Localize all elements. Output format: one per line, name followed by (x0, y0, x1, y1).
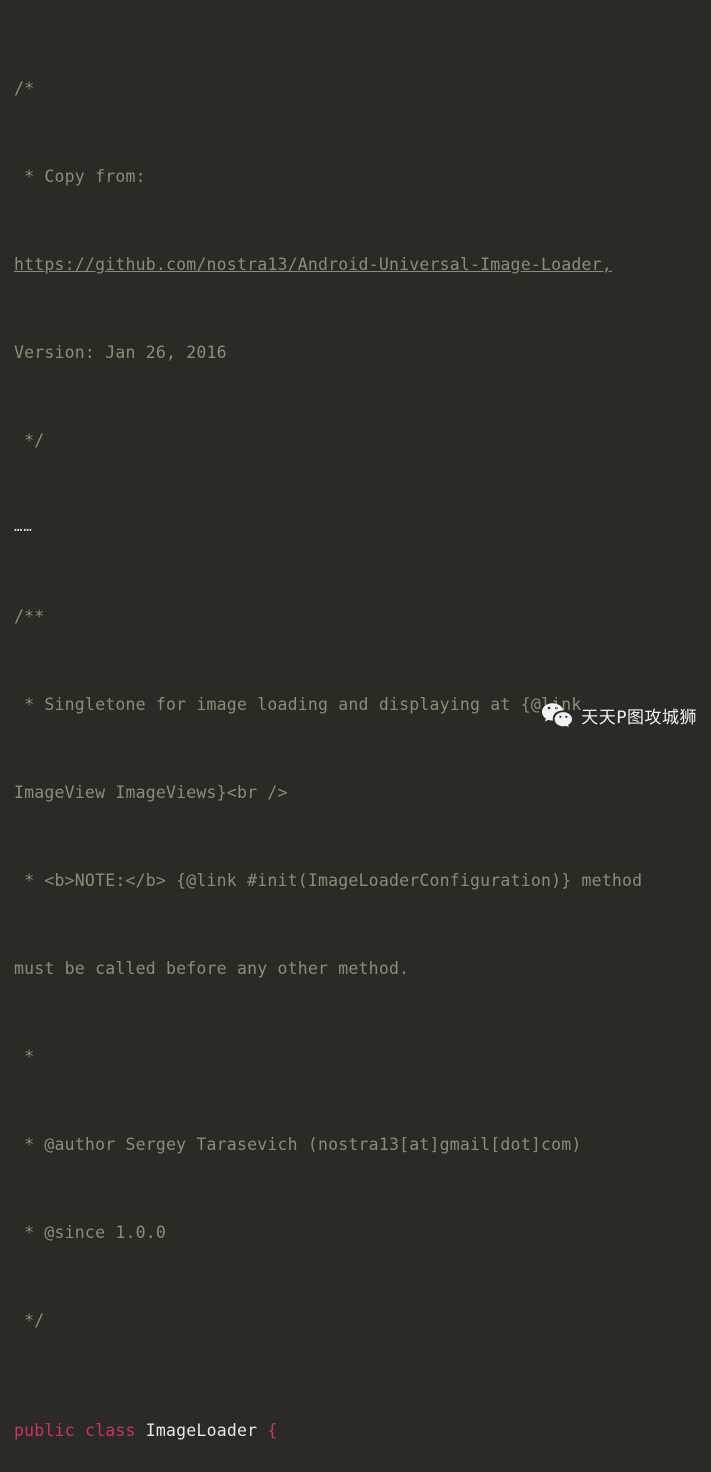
code-token-comment: ImageView ImageViews}<br /> (14, 783, 288, 802)
code-token-comment: */ (14, 431, 45, 450)
code-line: * <b>NOTE:</b> {@link #init(ImageLoaderC… (0, 870, 711, 892)
code-token-comment: * Copy from: (14, 167, 146, 186)
code-line-class-decl: public class ImageLoader { (0, 1420, 711, 1442)
code-token-comment: Version: Jan 26, 2016 (14, 343, 227, 362)
code-token-comment: * (14, 1047, 35, 1066)
code-line: * (0, 1046, 711, 1068)
code-token-brace: { (267, 1421, 278, 1440)
watermark-label: 天天P图攻城狮 (581, 707, 697, 728)
code-line: * Copy from: (0, 166, 711, 188)
code-line: ImageView ImageViews}<br /> (0, 782, 711, 804)
code-line: must be called before any other method. (0, 958, 711, 980)
code-token-type: ImageLoader (145, 1421, 258, 1440)
code-token-ellipsis: …… (14, 519, 33, 535)
code-line: /* (0, 78, 711, 100)
code-line: * @author Sergey Tarasevich (nostra13[at… (0, 1134, 711, 1156)
code-token-comment: * Singletone for image loading and displ… (14, 695, 582, 714)
code-token-comment: * @since 1.0.0 (14, 1223, 167, 1242)
code-token-url: https://github.com/nostra13/Android-Univ… (14, 255, 612, 274)
code-line: Version: Jan 26, 2016 (0, 342, 711, 364)
code-token-comment: must be called before any other method. (14, 959, 410, 978)
code-token-comment: * @author Sergey Tarasevich (nostra13[at… (14, 1135, 582, 1154)
wechat-icon (541, 702, 573, 728)
code-line: */ (0, 430, 711, 452)
code-line: * @since 1.0.0 (0, 1222, 711, 1244)
code-line: */ (0, 1310, 711, 1332)
code-token-comment: */ (14, 1311, 45, 1330)
code-token-keyword: class (84, 1421, 136, 1440)
code-line: https://github.com/nostra13/Android-Univ… (0, 254, 711, 276)
watermark: 天天P图攻城狮 (541, 702, 697, 728)
code-token-keyword: public (14, 1421, 75, 1440)
code-block: /* * Copy from: https://github.com/nostr… (0, 0, 711, 1472)
code-token-comment: * <b>NOTE:</b> {@link #init(ImageLoaderC… (14, 871, 643, 890)
code-line: …… (0, 518, 711, 540)
code-token-comment: /** (14, 607, 45, 626)
code-token-comment: /* (14, 79, 35, 98)
code-screenshot: /* * Copy from: https://github.com/nostr… (0, 0, 711, 1440)
code-line: /** (0, 606, 711, 628)
